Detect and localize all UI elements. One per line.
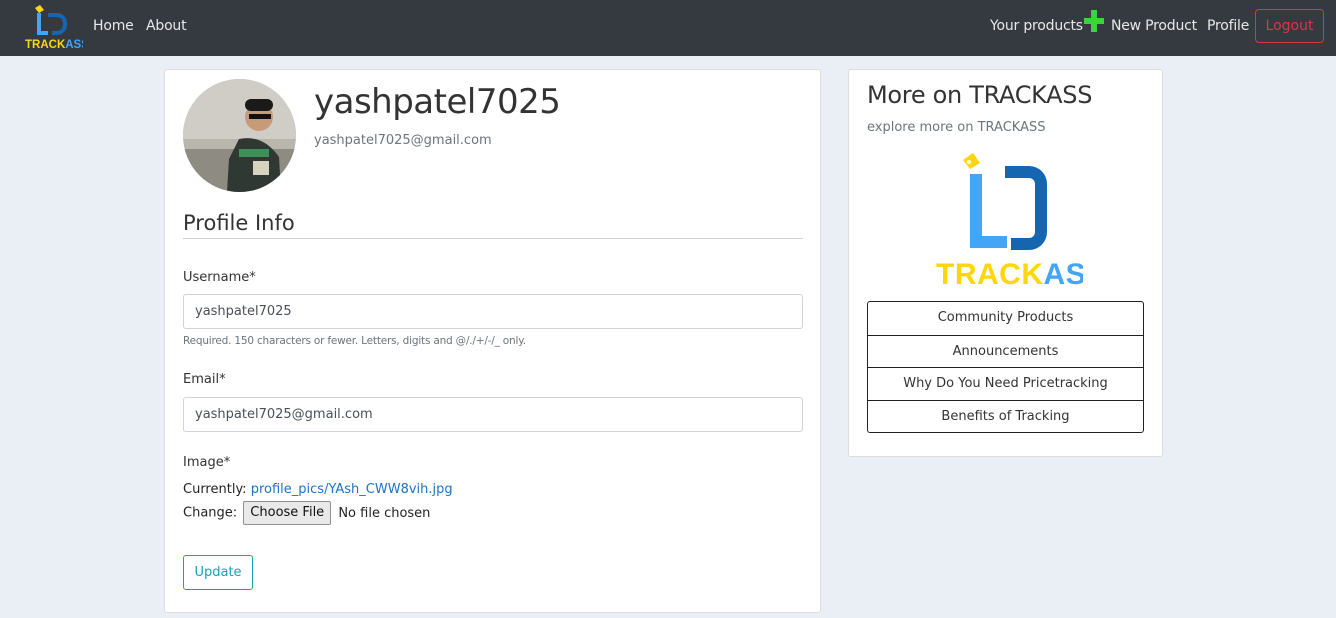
no-file-chosen-text: No file chosen [338, 505, 431, 521]
current-image-row: Currently: profile_pics/YAsh_CWW8vih.jpg [183, 482, 453, 497]
avatar-photo [183, 79, 296, 192]
nav-your-products-link[interactable]: Your products [990, 18, 1083, 34]
sidebar-item-announcements[interactable]: Announcements [868, 334, 1143, 368]
nav-about-link[interactable]: About [146, 18, 187, 34]
plus-icon[interactable] [1084, 10, 1104, 32]
change-image-row: Change: Choose File No file chosen [183, 501, 430, 525]
section-title: Profile Info [183, 211, 295, 235]
sidebar-subtitle: explore more on TRACKASS [867, 120, 1046, 135]
sidebar-title: More on TRACKASS [867, 81, 1093, 109]
username-field[interactable] [183, 294, 803, 329]
update-button[interactable]: Update [183, 555, 253, 590]
nav-profile-link[interactable]: Profile [1207, 18, 1249, 34]
svg-text:TRACKASS: TRACKASS [936, 258, 1083, 287]
sidebar-card: More on TRACKASS explore more on TRACKAS… [848, 69, 1163, 457]
brand-logo[interactable]: TRACKASS [25, 5, 83, 50]
logo-mark-icon [963, 153, 1047, 250]
avatar [183, 79, 296, 192]
sidebar-list: Community Products Announcements Why Do … [867, 301, 1144, 433]
side-logo-text-ass: ASS [1044, 258, 1084, 287]
side-logo-text-track: TRACK [936, 258, 1044, 287]
sidebar-item-why-pricetracking[interactable]: Why Do You Need Pricetracking [868, 367, 1143, 400]
change-label: Change: [183, 505, 238, 521]
sidebar-item-community-products[interactable]: Community Products [868, 302, 1143, 335]
logout-button[interactable]: Logout [1255, 9, 1324, 43]
username-label: Username* [183, 270, 256, 285]
nav-new-product-link[interactable]: New Product [1111, 18, 1197, 34]
navbar: TRACKASS Home About Your products New Pr… [0, 0, 1336, 56]
logo-mark-icon [35, 5, 67, 35]
current-image-link[interactable]: profile_pics/YAsh_CWW8vih.jpg [251, 482, 453, 497]
trackass-logo: TRACKASS [936, 153, 1083, 287]
logo-text-track: TRACK [25, 39, 66, 50]
nav-home-link[interactable]: Home [93, 18, 134, 34]
email-label: Email* [183, 372, 226, 387]
profile-username-heading: yashpatel7025 [314, 82, 561, 122]
logo-text-ass: ASS [65, 39, 83, 50]
profile-email-text: yashpatel7025@gmail.com [314, 133, 492, 148]
sidebar-item-benefits[interactable]: Benefits of Tracking [868, 399, 1143, 433]
username-help-text: Required. 150 characters or fewer. Lette… [183, 335, 526, 347]
currently-label: Currently: [183, 482, 247, 497]
email-field[interactable] [183, 397, 803, 432]
profile-card: yashpatel7025 yashpatel7025@gmail.com Pr… [164, 69, 821, 613]
choose-file-button[interactable]: Choose File [243, 501, 332, 525]
section-divider [183, 238, 803, 239]
image-label: Image* [183, 455, 231, 470]
svg-text:TRACKASS: TRACKASS [25, 39, 83, 50]
